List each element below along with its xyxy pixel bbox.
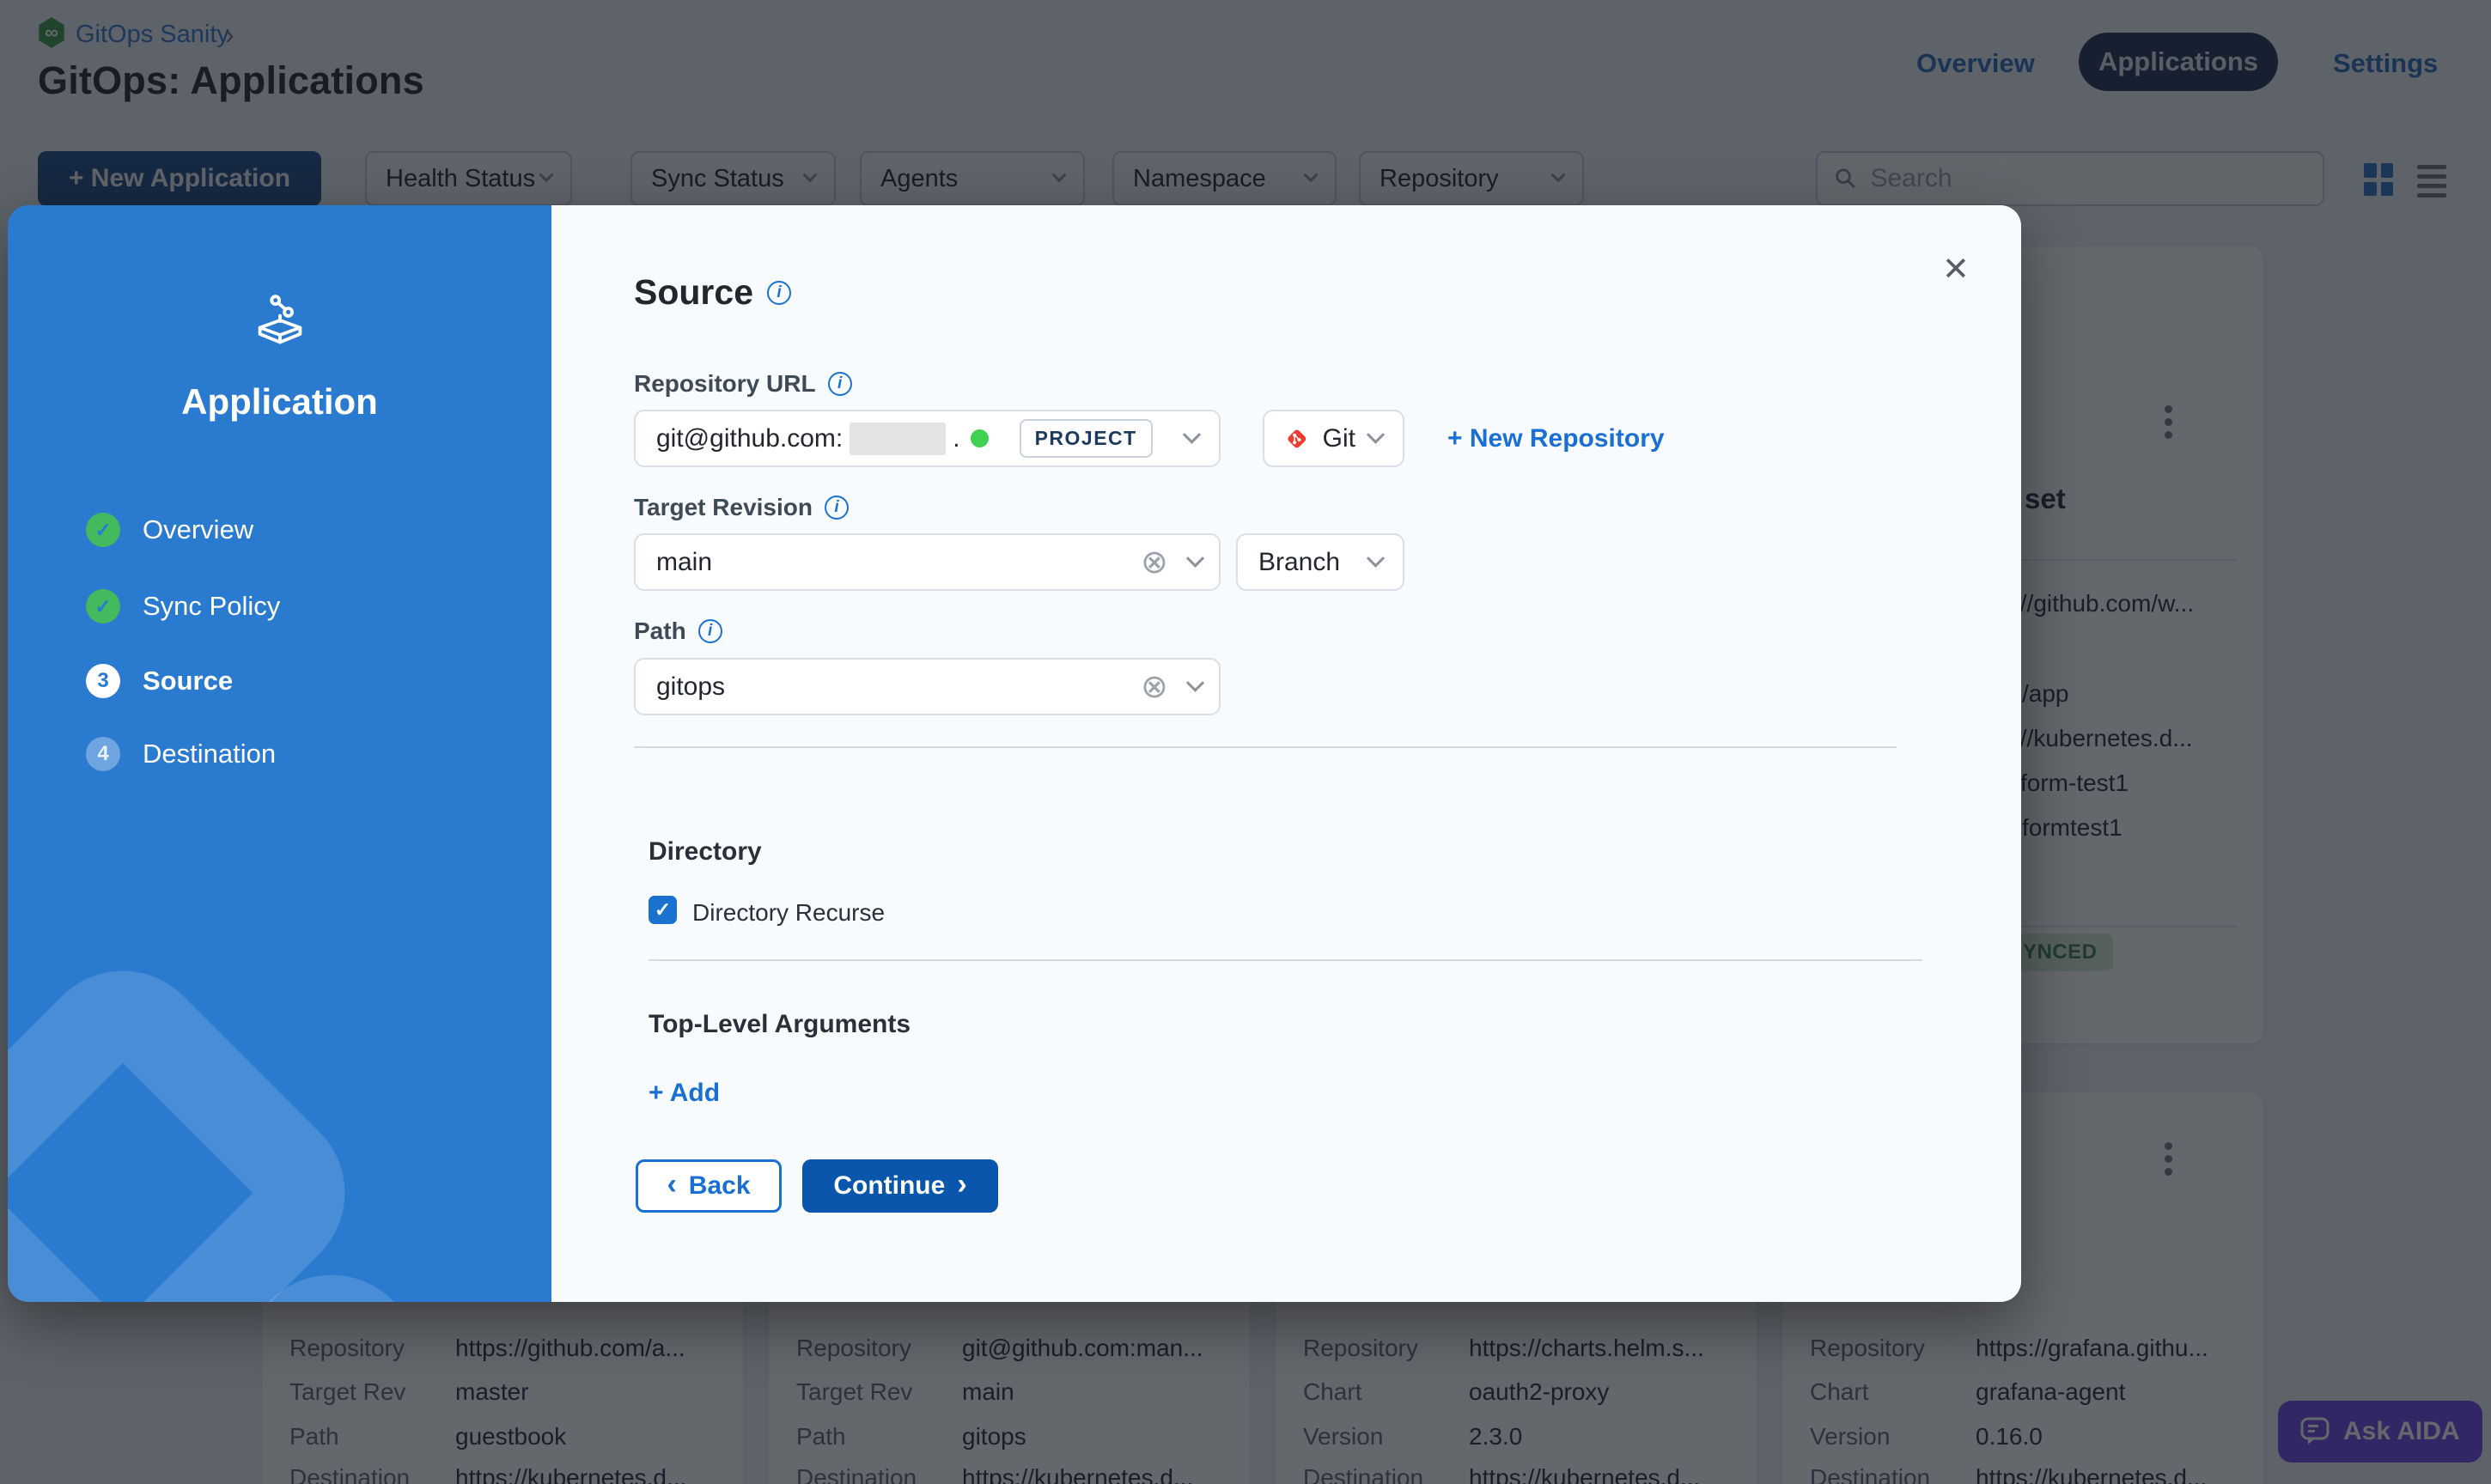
repository-url-label: Repository URL i — [634, 370, 852, 398]
chevron-down-icon — [1367, 550, 1385, 568]
check-icon: ✓ — [86, 589, 120, 623]
add-argument-link[interactable]: + Add — [649, 1079, 720, 1108]
wizard-title: Application — [8, 381, 551, 423]
chevron-down-icon — [1367, 426, 1385, 444]
target-revision-label: Target Revision i — [634, 494, 849, 521]
chevron-left-icon: ‹ — [667, 1170, 676, 1199]
application-icon — [8, 291, 551, 350]
path-label: Path i — [634, 617, 722, 645]
step-number: 3 — [86, 664, 120, 698]
close-icon[interactable]: ✕ — [1942, 253, 1970, 286]
step-number: 4 — [86, 737, 120, 771]
step-sync-policy[interactable]: ✓ Sync Policy — [86, 589, 280, 623]
revision-type-select[interactable]: Branch — [1236, 533, 1404, 591]
panel-title-row: Source i — [634, 272, 791, 313]
git-icon — [1285, 423, 1309, 454]
directory-heading: Directory — [649, 837, 762, 867]
top-level-arguments-heading: Top-Level Arguments — [649, 1010, 911, 1039]
clear-icon[interactable]: ⊗ — [1141, 671, 1168, 703]
section-divider — [649, 959, 1922, 961]
new-repository-link[interactable]: + New Repository — [1447, 424, 1665, 453]
step-source[interactable]: 3 Source — [86, 664, 233, 698]
step-overview[interactable]: ✓ Overview — [86, 513, 253, 547]
wizard-sidebar: Application ✓ Overview ✓ Sync Policy 3 S… — [8, 205, 551, 1302]
info-icon[interactable]: i — [825, 496, 849, 520]
section-divider — [634, 746, 1897, 748]
source-step-panel: ✕ Source i Repository URL i git@github.c… — [551, 205, 2021, 1302]
back-button[interactable]: ‹ Back — [636, 1159, 782, 1213]
check-icon: ✓ — [655, 898, 671, 921]
info-icon[interactable]: i — [828, 372, 852, 396]
redacted-text — [850, 423, 946, 455]
target-revision-input[interactable] — [634, 533, 1221, 591]
application-wizard-modal: Application ✓ Overview ✓ Sync Policy 3 S… — [8, 205, 2021, 1302]
path-input[interactable] — [634, 658, 1221, 715]
clear-icon[interactable]: ⊗ — [1141, 546, 1168, 579]
chevron-down-icon[interactable] — [1183, 426, 1201, 444]
step-destination[interactable]: 4 Destination — [86, 737, 276, 771]
directory-recurse-checkbox[interactable]: ✓ — [649, 896, 677, 924]
chevron-right-icon: › — [957, 1170, 966, 1199]
check-icon: ✓ — [86, 513, 120, 547]
info-icon[interactable]: i — [698, 619, 722, 643]
info-icon[interactable]: i — [767, 281, 791, 305]
repository-url-field[interactable]: git@github.com: . PROJECT — [634, 410, 1221, 467]
project-scope-tag: PROJECT — [1020, 419, 1153, 458]
harness-watermark — [8, 935, 381, 1302]
connected-status-dot — [971, 429, 989, 447]
panel-title: Source — [634, 272, 753, 313]
repo-type-select[interactable]: Git — [1263, 410, 1404, 467]
directory-recurse-label[interactable]: Directory Recurse — [692, 899, 885, 927]
continue-button[interactable]: Continue › — [802, 1159, 998, 1213]
gitops-applications-page: ∞ GitOps Sanity › GitOps: Applications O… — [0, 0, 2491, 1484]
